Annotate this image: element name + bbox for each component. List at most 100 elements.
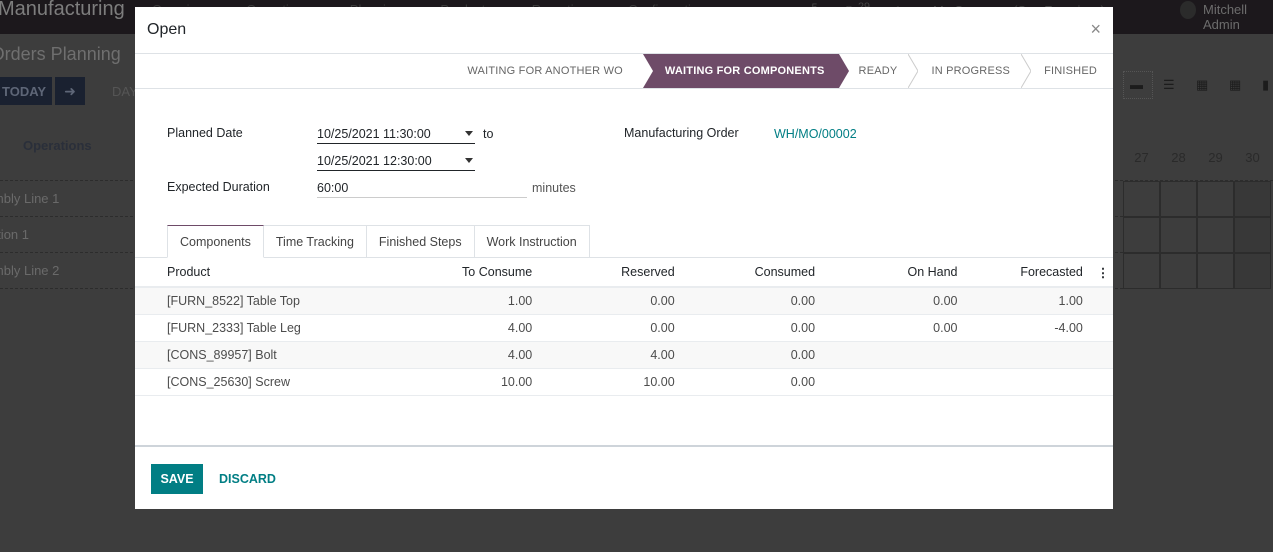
- close-icon[interactable]: ×: [1090, 19, 1101, 40]
- breadcrumb: Work Orders Planning: [0, 44, 121, 64]
- stage-waiting-another-wo[interactable]: WAITING FOR ANOTHER WO: [467, 54, 639, 88]
- stage-pipeline: WAITING FOR ANOTHER WO WAITING FOR COMPO…: [467, 54, 1113, 88]
- stage-label: WAITING FOR COMPONENTS: [664, 65, 825, 77]
- avatar[interactable]: [1180, 1, 1196, 19]
- gantt-days: 27 28 29 30: [1123, 150, 1271, 165]
- scale-day-button[interactable]: DAY: [112, 84, 138, 99]
- stage-finished[interactable]: FINISHED: [1026, 54, 1113, 88]
- col-reserved[interactable]: Reserved: [542, 258, 685, 288]
- cell-empty: [1092, 341, 1113, 369]
- cell-consumed: 0.00: [684, 368, 826, 396]
- date-end-value: 10/25/2021 12:30:00: [317, 154, 432, 168]
- cell-on-hand: 0.00: [825, 314, 968, 342]
- gantt-cell[interactable]: [1160, 181, 1197, 217]
- cell-product: [CONS_25630] Screw: [135, 368, 356, 396]
- gantt-row-label: Assembly Line 2: [0, 263, 60, 278]
- gantt-cell[interactable]: [1123, 181, 1160, 217]
- cell-reserved: 10.00: [542, 368, 685, 396]
- manufacturing-order-link[interactable]: WH/MO/00002: [774, 127, 857, 141]
- stage-in-progress[interactable]: IN PROGRESS: [913, 54, 1032, 88]
- gantt-cell[interactable]: [1160, 217, 1197, 253]
- cell-to-consume: 1.00: [355, 287, 543, 315]
- list-view-icon[interactable]: ☰: [1163, 78, 1179, 92]
- col-consumed[interactable]: Consumed: [684, 258, 826, 288]
- tab-components[interactable]: Components: [167, 225, 264, 258]
- date-start-value: 10/25/2021 11:30:00: [317, 127, 431, 141]
- table-row[interactable]: [FURN_8522] Table Top 1.00 0.00 0.00 0.0…: [135, 287, 1113, 315]
- cell-consumed: 0.00: [684, 314, 826, 342]
- save-button[interactable]: SAVE: [151, 464, 203, 494]
- tab-time-tracking[interactable]: Time Tracking: [263, 225, 367, 258]
- cell-reserved: 0.00: [542, 287, 685, 315]
- graph-view-icon[interactable]: ▮: [1262, 78, 1273, 92]
- expected-duration-label: Expected Duration: [167, 180, 270, 194]
- dialog-title: Open: [147, 21, 187, 38]
- col-forecasted[interactable]: Forecasted: [967, 258, 1093, 288]
- planned-date-start-field[interactable]: 10/25/2021 11:30:00: [317, 125, 475, 144]
- form-tabs: Components Time Tracking Finished Steps …: [167, 225, 590, 258]
- gantt-cell[interactable]: [1123, 253, 1160, 289]
- table-row[interactable]: [CONS_89957] Bolt 4.00 4.00 0.00: [135, 341, 1113, 369]
- stage-label: FINISHED: [1044, 65, 1097, 77]
- gantt-cell[interactable]: [1160, 253, 1197, 289]
- stage-ready[interactable]: READY: [839, 54, 919, 88]
- cell-on-hand: [825, 341, 968, 369]
- optional-columns-icon[interactable]: ⋮: [1092, 258, 1113, 288]
- cell-product: [FURN_2333] Table Leg: [135, 314, 356, 342]
- expected-duration-field[interactable]: 60:00: [317, 179, 527, 198]
- col-on-hand[interactable]: On Hand: [825, 258, 968, 288]
- dialog-header: Open ×: [135, 7, 1113, 54]
- cell-to-consume: 10.00: [355, 368, 543, 396]
- cell-reserved: 0.00: [542, 314, 685, 342]
- next-button[interactable]: ➜: [55, 77, 85, 105]
- cell-empty: [1092, 287, 1113, 315]
- gantt-cell[interactable]: [1123, 217, 1160, 253]
- work-order-dialog: Open × WAITING FOR ANOTHER WO WAITING FO…: [135, 7, 1113, 509]
- cell-consumed: 0.00: [684, 287, 826, 315]
- cell-on-hand: 0.00: [825, 287, 968, 315]
- col-to-consume[interactable]: To Consume: [355, 258, 543, 288]
- day-number: 28: [1171, 150, 1186, 165]
- table-row[interactable]: [CONS_25630] Screw 10.00 10.00 0.00: [135, 368, 1113, 396]
- col-product[interactable]: Product: [135, 258, 356, 288]
- gantt-cell[interactable]: [1234, 253, 1271, 289]
- date-to-label: to: [483, 127, 494, 141]
- gantt-cell[interactable]: [1234, 217, 1271, 253]
- cell-empty: [1092, 368, 1113, 396]
- gantt-grid: [1113, 181, 1273, 289]
- table-header-row: Product To Consume Reserved Consumed On …: [135, 258, 1113, 288]
- app-name[interactable]: Manufacturing: [0, 0, 125, 21]
- calendar-view-icon[interactable]: ▦: [1196, 78, 1212, 92]
- tab-work-instruction[interactable]: Work Instruction: [474, 225, 590, 258]
- today-button[interactable]: TODAY: [0, 77, 52, 105]
- day-number: 27: [1134, 150, 1149, 165]
- components-table: Product To Consume Reserved Consumed On …: [135, 258, 1113, 396]
- table-row[interactable]: [FURN_2333] Table Leg 4.00 0.00 0.00 0.0…: [135, 314, 1113, 342]
- operations-header: Operations: [23, 138, 92, 153]
- gantt-cell[interactable]: [1197, 217, 1234, 253]
- caret-down-icon[interactable]: [465, 158, 473, 163]
- gantt-cell[interactable]: [1234, 181, 1271, 217]
- gantt-cell[interactable]: [1197, 181, 1234, 217]
- cell-forecasted: [967, 341, 1093, 369]
- discard-button[interactable]: DISCARD: [219, 464, 276, 494]
- stage-waiting-components[interactable]: WAITING FOR COMPONENTS: [642, 54, 849, 88]
- stage-label: IN PROGRESS: [931, 65, 1011, 77]
- dialog-footer: SAVE DISCARD: [135, 445, 1113, 509]
- user-menu[interactable]: Mitchell Admin: [1203, 2, 1273, 32]
- stage-label: WAITING FOR ANOTHER WO: [467, 65, 623, 77]
- cell-empty: [1092, 314, 1113, 342]
- view-switcher: ▬ ☰ ▦ ▦ ▮: [1123, 71, 1273, 99]
- pivot-view-icon[interactable]: ▦: [1229, 78, 1245, 92]
- gantt-view-icon[interactable]: ▬: [1123, 71, 1153, 99]
- cell-on-hand: [825, 368, 968, 396]
- cell-forecasted: 1.00: [967, 287, 1093, 315]
- tab-finished-steps[interactable]: Finished Steps: [366, 225, 475, 258]
- planned-date-end-field[interactable]: 10/25/2021 12:30:00: [317, 152, 475, 171]
- gantt-row-label: Assembly Line 1: [0, 191, 60, 206]
- manufacturing-order-label: Manufacturing Order: [624, 126, 739, 140]
- caret-down-icon[interactable]: [465, 131, 473, 136]
- gantt-cell[interactable]: [1197, 253, 1234, 289]
- day-number: 30: [1245, 150, 1260, 165]
- work-order-form: Planned Date 10/25/2021 11:30:00 to 10/2…: [135, 89, 1113, 454]
